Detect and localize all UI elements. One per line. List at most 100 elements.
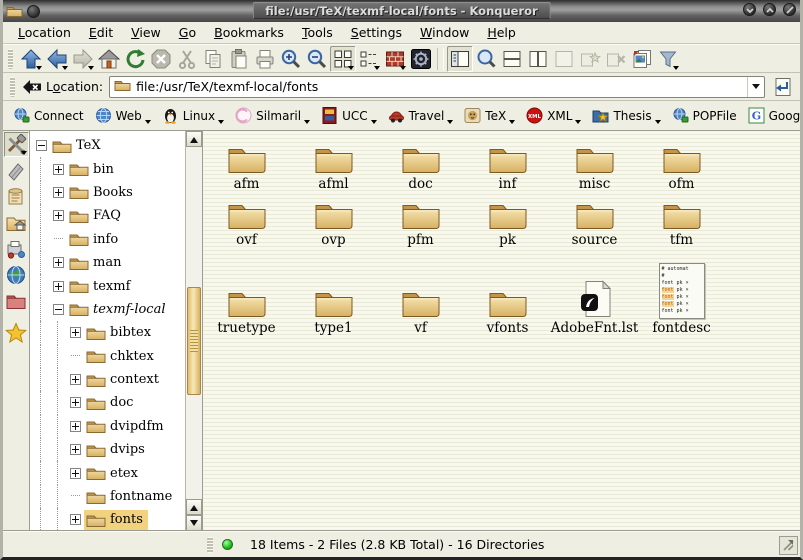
bookmark-popfile[interactable]: POPFile [672, 107, 737, 124]
file-item-ovp[interactable]: ovp [290, 192, 377, 248]
shade-button[interactable] [743, 3, 756, 16]
tree-item-faq[interactable]: FAQ [30, 204, 185, 227]
tree-item-doc[interactable]: doc [30, 391, 185, 414]
file-item-vf[interactable]: vf [377, 248, 464, 336]
menu-go[interactable]: Go [170, 23, 205, 42]
bookmark-web[interactable]: Web [95, 107, 151, 124]
bookmark-linux[interactable]: Linux [162, 107, 224, 124]
copy-button[interactable] [200, 46, 226, 72]
statusbar-grip[interactable] [207, 537, 213, 553]
file-item-misc[interactable]: misc [551, 136, 638, 192]
bookmark-silmaril[interactable]: Silmaril [235, 107, 310, 124]
tree-expander-plus-icon[interactable] [70, 468, 81, 479]
tree-expander-minus-icon[interactable] [36, 140, 47, 151]
file-item-afml[interactable]: afml [290, 136, 377, 192]
file-item-afm[interactable]: afm [203, 136, 290, 192]
back-button[interactable] [44, 46, 70, 72]
home-button[interactable] [96, 46, 122, 72]
file-item-inf[interactable]: inf [464, 136, 551, 192]
tree-expander-plus-icon[interactable] [70, 421, 81, 432]
stop-button[interactable] [148, 46, 174, 72]
remove-view-button[interactable] [551, 46, 577, 72]
tree-expander-plus-icon[interactable] [53, 164, 64, 175]
menu-location[interactable]: Location [9, 23, 80, 42]
menu-view[interactable]: View [122, 23, 170, 42]
split-top-bottom-button[interactable] [499, 46, 525, 72]
file-item-doc[interactable]: doc [377, 136, 464, 192]
tree-expander-minus-icon[interactable] [53, 304, 64, 315]
tree-item-fonts[interactable]: fonts [30, 508, 185, 531]
tree-scrollbar[interactable] [185, 131, 202, 531]
tree-item-books[interactable]: Books [30, 181, 185, 204]
tree-item-man[interactable]: man [30, 251, 185, 274]
scroll-down-button[interactable] [186, 515, 202, 531]
tree-item-info[interactable]: info [30, 228, 185, 251]
sidebar-flag-button[interactable] [4, 158, 29, 183]
tree-item-chktex[interactable]: chktex [30, 345, 185, 368]
detail-view-mode-button[interactable] [356, 46, 382, 72]
file-item-source[interactable]: source [551, 192, 638, 248]
forward-button[interactable] [70, 46, 96, 72]
file-item-tfm[interactable]: tfm [638, 192, 725, 248]
tree-expander-plus-icon[interactable] [70, 327, 81, 338]
file-item-type1[interactable]: type1 [290, 248, 377, 336]
bookmark-travel[interactable]: Travel [388, 107, 454, 124]
toolbar-grip[interactable] [8, 49, 13, 69]
tree-expander-plus-icon[interactable] [53, 281, 64, 292]
tree-item-texmf[interactable]: texmf [30, 274, 185, 297]
tree-item-dvipdfm[interactable]: dvipdfm [30, 415, 185, 438]
tree-item-etex[interactable]: etex [30, 461, 185, 484]
bookmark-connect[interactable]: Connect [13, 107, 84, 124]
tree-expander-plus-icon[interactable] [70, 514, 81, 525]
scrollbar-track[interactable] [186, 147, 202, 499]
location-dropdown-button[interactable] [747, 77, 764, 97]
tree-expander-plus-icon[interactable] [70, 444, 81, 455]
image-gallery-button[interactable] [629, 46, 655, 72]
bricks-button[interactable] [382, 46, 408, 72]
tree-item-context[interactable]: context [30, 368, 185, 391]
tree-item-dvips[interactable]: dvips [30, 438, 185, 461]
sidebar-history-button[interactable] [4, 184, 29, 209]
sidebar-home-folder-button[interactable] [4, 210, 29, 235]
zoom-out-button[interactable] [304, 46, 330, 72]
file-item-truetype[interactable]: truetype [203, 248, 290, 336]
menu-window[interactable]: Window [411, 23, 478, 42]
file-item-adobefnt.lst[interactable]: AdobeFnt.lst [551, 248, 638, 336]
bookmark-ucc[interactable]: UCC [321, 107, 377, 124]
bookmark-thesis[interactable]: Thesis [592, 107, 660, 124]
menu-tools[interactable]: Tools [293, 23, 342, 42]
clear-location-button[interactable] [20, 75, 44, 99]
tree-item-fontname[interactable]: fontname [30, 485, 185, 508]
file-item-vfonts[interactable]: vfonts [464, 248, 551, 336]
scrollbar-thumb[interactable] [187, 287, 201, 395]
menu-bookmarks[interactable]: Bookmarks [205, 23, 293, 42]
scroll-up-button-bottom[interactable] [186, 499, 202, 515]
file-item-fontdesc[interactable]: # automat#font pk ×font pk ×font pk ×fon… [638, 248, 725, 336]
up-button[interactable] [18, 46, 44, 72]
tree-expander-plus-icon[interactable] [70, 397, 81, 408]
window-menu-button[interactable] [27, 5, 40, 18]
tree-expander-plus-icon[interactable] [70, 374, 81, 385]
new-tab-button[interactable] [577, 46, 603, 72]
paste-button[interactable] [226, 46, 252, 72]
bookmark-tex[interactable]: TeX [464, 107, 515, 124]
sidebar-configure-button[interactable] [4, 132, 29, 157]
scroll-up-button[interactable] [186, 131, 202, 147]
sidebar-network-button[interactable] [4, 262, 29, 287]
reload-button[interactable] [122, 46, 148, 72]
bookmark-xml[interactable]: XMLXML [526, 107, 581, 124]
menu-edit[interactable]: Edit [80, 23, 122, 42]
tree-expander-plus-icon[interactable] [53, 257, 64, 268]
bookmark-google[interactable]: GGoogle [748, 107, 803, 124]
locationbar-grip[interactable] [10, 77, 15, 97]
find-file-button[interactable] [473, 46, 499, 72]
tree-expander-plus-icon[interactable] [53, 187, 64, 198]
icon-view-mode-button[interactable] [330, 46, 356, 72]
file-item-pk[interactable]: pk [464, 192, 551, 248]
print-button[interactable] [252, 46, 278, 72]
maximize-button[interactable] [763, 3, 776, 16]
window-resize-grip[interactable] [779, 536, 798, 555]
menu-settings[interactable]: Settings [342, 23, 411, 42]
filter-button[interactable] [655, 46, 681, 72]
location-combobox[interactable]: file:/usr/TeX/texmf-local/fonts [109, 76, 765, 98]
